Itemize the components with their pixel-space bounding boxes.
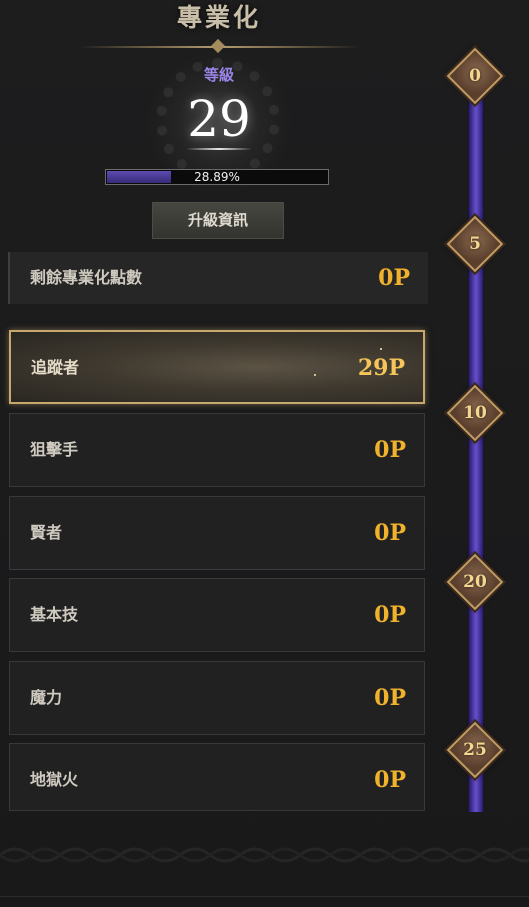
progress-percent: 28.89% [194,170,240,184]
spec-points: 0P [374,602,406,628]
spec-name: 地獄火 [30,770,79,789]
milestone-node-25: 25 [446,721,504,779]
spec-points: 0P [374,520,406,546]
bottom-ornament [0,847,529,863]
spec-row-magic-power[interactable]: 魔力 0P [9,661,425,735]
remaining-points-row: 剩餘專業化點數 0P [8,252,428,304]
level-underline [186,148,252,150]
spec-name: 魔力 [30,688,63,707]
level-value: 29 [187,90,251,148]
upgrade-info-button[interactable]: 升級資訊 [152,202,284,239]
milestone-value: 20 [463,572,487,592]
bottom-divider [0,896,529,897]
milestone-node-10: 10 [446,384,504,442]
remaining-points-label: 剩餘專業化點數 [30,268,143,287]
milestone-track [468,84,484,812]
experience-progress-bar: 28.89% [105,169,329,185]
milestone-node-0: 0 [446,47,504,105]
spec-row-basic-skill[interactable]: 基本技 0P [9,578,425,652]
milestone-value: 0 [469,66,481,86]
spec-points: 0P [374,767,406,793]
spec-row-sniper[interactable]: 狙擊手 0P [9,413,425,487]
spec-points: 0P [374,685,406,711]
milestone-value: 25 [463,740,487,760]
spec-row-sage[interactable]: 賢者 0P [9,496,425,570]
spec-name: 狙擊手 [30,440,79,459]
spec-points: 0P [374,437,406,463]
milestone-node-5: 5 [446,215,504,273]
spec-points: 29P [357,355,405,381]
spec-name: 追蹤者 [31,358,80,377]
milestone-value: 5 [469,234,481,254]
spec-row-hellfire[interactable]: 地獄火 0P [9,743,425,811]
level-label: 等級 [203,66,234,84]
sparkle-icon [314,374,316,376]
spec-name: 賢者 [30,523,63,542]
spec-name: 基本技 [30,605,79,624]
milestone-node-20: 20 [446,553,504,611]
page-title: 專業化 [176,3,261,32]
specialization-panel: 專業化 等級 29 28.89% 升級資訊 剩餘專業化點數 0P 追蹤者 29P… [0,0,529,907]
spec-row-tracker[interactable]: 追蹤者 29P [9,330,425,404]
sparkle-icon [380,348,382,350]
remaining-points-value: 0P [378,265,410,291]
milestone-value: 10 [463,403,487,423]
